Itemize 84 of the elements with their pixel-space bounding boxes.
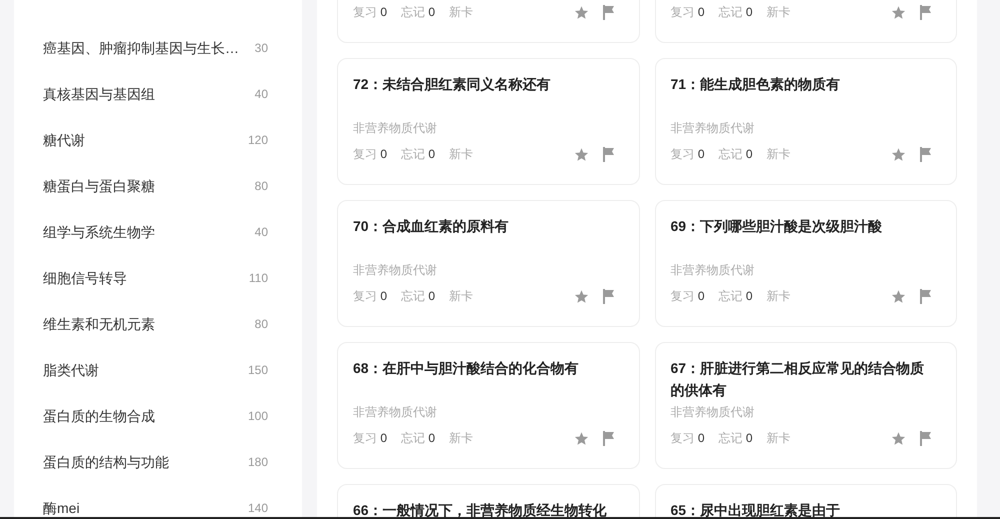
- sidebar-item[interactable]: 酶mei 140: [14, 485, 302, 517]
- star-icon[interactable]: [891, 4, 906, 20]
- stat-label: 复习 0: [670, 288, 705, 305]
- item-count: 30: [254, 40, 268, 57]
- stat-label: 忘记 0: [718, 4, 753, 21]
- stat-label: 复习 0: [353, 288, 388, 305]
- flag-icon[interactable]: [602, 146, 614, 162]
- stat-label: 忘记 0: [718, 146, 753, 163]
- flag-icon[interactable]: [919, 288, 932, 304]
- stat-label: 新卡: [449, 288, 474, 305]
- stat-label: 新卡: [766, 4, 791, 21]
- stat-label: 忘记 0: [401, 146, 436, 163]
- sidebar-item[interactable]: 细胞信号转导 110: [14, 255, 302, 301]
- question-card[interactable]: 67：肝脏进行第二相反应常见的结合物质的供体有 非营养物质代谢 复习 0 忘记 0 新卡: [654, 342, 957, 469]
- item-count: 40: [254, 224, 268, 241]
- star-icon[interactable]: [891, 430, 906, 446]
- question-title: 67：肝脏进行第二相反应常见的结合物质的供体有: [670, 359, 926, 400]
- star-icon[interactable]: [891, 288, 906, 304]
- question-card[interactable]: 复习 0 忘记 0 新卡: [337, 0, 640, 43]
- category-tag: 非营养物质代谢: [353, 403, 437, 421]
- item-count: 110: [248, 270, 268, 287]
- item-count: 40: [254, 86, 268, 103]
- sidebar-item[interactable]: 组学与系统生物学 40: [14, 209, 302, 255]
- category-tag: 非营养物质代谢: [353, 119, 437, 137]
- sidebar-item[interactable]: 维生素和无机元素 80: [14, 301, 302, 347]
- question-card[interactable]: 复习 0 忘记 0 新卡: [654, 0, 957, 43]
- flag-icon[interactable]: [919, 430, 932, 446]
- flag-icon[interactable]: [602, 430, 614, 446]
- stat-label: 复习 0: [353, 4, 388, 21]
- stat-label: 忘记 0: [401, 288, 436, 305]
- stat-label: 复习 0: [670, 4, 705, 21]
- stat-label: 新卡: [766, 288, 791, 305]
- question-title: 72：未结合胆红素同义名称还有: [353, 75, 552, 94]
- stat-label: 新卡: [449, 430, 474, 447]
- sidebar-item[interactable]: 糖蛋白与蛋白聚糖 80: [14, 163, 302, 209]
- question-card[interactable]: 66：一般情况下，非营养物质经生物转化: [337, 484, 640, 517]
- sidebar-item[interactable]: 真核基因与基因组 40: [14, 71, 302, 117]
- question-title: 68：在肝中与胆汁酸结合的化合物有: [353, 359, 580, 378]
- question-title: 69：下列哪些胆汁酸是次级胆汁酸: [670, 217, 884, 236]
- question-title: 71：能生成胆色素的物质有: [670, 75, 842, 94]
- star-icon[interactable]: [574, 288, 588, 304]
- question-card[interactable]: 69：下列哪些胆汁酸是次级胆汁酸 非营养物质代谢 复习 0 忘记 0 新卡: [654, 200, 957, 327]
- item-count: 80: [254, 178, 268, 195]
- star-icon[interactable]: [891, 146, 906, 162]
- sidebar-item[interactable]: 蛋白质的生物合成 100: [14, 393, 302, 439]
- stat-label: 新卡: [449, 4, 474, 21]
- item-count: 100: [248, 408, 268, 425]
- sidebar-item[interactable]: 蛋白质的结构与功能 180: [14, 439, 302, 485]
- category-tag: 非营养物质代谢: [670, 403, 754, 421]
- stat-label: 新卡: [766, 146, 791, 163]
- stat-label: 复习 0: [670, 430, 705, 447]
- question-card[interactable]: 71：能生成胆色素的物质有 非营养物质代谢 复习 0 忘记 0 新卡: [654, 58, 957, 185]
- stat-label: 新卡: [766, 430, 791, 447]
- flag-icon[interactable]: [602, 4, 614, 20]
- question-card[interactable]: 72：未结合胆红素同义名称还有 非营养物质代谢 复习 0 忘记 0 新卡: [337, 58, 640, 185]
- item-count: 120: [248, 132, 268, 149]
- stat-label: 忘记 0: [718, 288, 753, 305]
- flag-icon[interactable]: [919, 4, 932, 20]
- star-icon[interactable]: [574, 146, 588, 162]
- stat-label: 复习 0: [353, 430, 388, 447]
- star-icon[interactable]: [574, 430, 588, 446]
- stat-label: 复习 0: [670, 146, 705, 163]
- question-card[interactable]: 70：合成血红素的原料有 非营养物质代谢 复习 0 忘记 0 新卡: [337, 200, 640, 327]
- stat-label: 忘记 0: [401, 430, 436, 447]
- item-count: 150: [248, 362, 268, 379]
- item-count: 140: [248, 500, 268, 517]
- stat-label: 新卡: [449, 146, 474, 163]
- sidebar-item[interactable]: 癌基因、肿瘤抑制基因与生长… 30: [14, 25, 302, 71]
- question-card[interactable]: 68：在肝中与胆汁酸结合的化合物有 非营养物质代谢 复习 0 忘记 0 新卡: [337, 342, 640, 469]
- category-tag: 非营养物质代谢: [670, 119, 754, 137]
- category-tag: 非营养物质代谢: [353, 261, 437, 279]
- item-count: 180: [248, 454, 268, 471]
- stat-label: 复习 0: [353, 146, 388, 163]
- star-icon[interactable]: [574, 4, 588, 20]
- flag-icon[interactable]: [602, 288, 614, 304]
- sidebar-item[interactable]: 糖代谢 120: [14, 117, 302, 163]
- sidebar-item[interactable]: 脂类代谢 150: [14, 347, 302, 393]
- stat-label: 忘记 0: [401, 4, 436, 21]
- question-title: 70：合成血红素的原料有: [353, 217, 510, 236]
- item-count: 80: [254, 316, 268, 333]
- stat-label: 忘记 0: [718, 430, 753, 447]
- category-tag: 非营养物质代谢: [670, 261, 754, 279]
- flag-icon[interactable]: [919, 146, 932, 162]
- question-title: 66：一般情况下，非营养物质经生物转化: [353, 501, 608, 517]
